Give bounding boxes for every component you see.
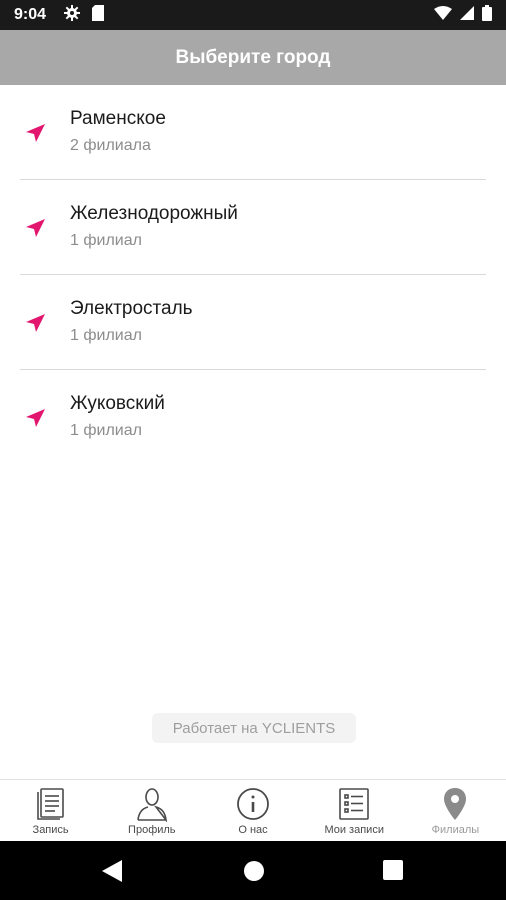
gear-icon <box>64 4 81 26</box>
city-item[interactable]: Раменское 2 филиала <box>20 85 486 180</box>
nav-item-booking[interactable]: Запись <box>0 780 101 841</box>
branch-count: 2 филиала <box>70 137 151 154</box>
nav-label: Мои записи <box>324 824 384 836</box>
city-name: Железнодорожный <box>70 203 238 224</box>
powered-by-badge[interactable]: Работает на YCLIENTS <box>152 713 356 743</box>
list-icon <box>336 786 372 822</box>
city-name: Жуковский <box>70 393 165 414</box>
city-item[interactable]: Жуковский 1 филиал <box>20 370 486 465</box>
nav-item-profile[interactable]: Профиль <box>101 780 202 841</box>
status-time: 9:04 <box>14 6 47 23</box>
document-icon <box>33 786 69 822</box>
nav-item-branches[interactable]: Филиалы <box>405 780 506 841</box>
navigation-arrow-icon <box>24 218 46 240</box>
nav-item-about[interactable]: О нас <box>202 780 303 841</box>
bottom-nav: Запись Профиль О нас Мои записи Филиалы <box>0 779 506 841</box>
battery-icon <box>482 4 492 26</box>
navigation-arrow-icon <box>24 408 46 430</box>
branch-count: 1 филиал <box>70 232 142 249</box>
person-icon <box>134 786 170 823</box>
city-item[interactable]: Электросталь 1 филиал <box>20 275 486 370</box>
signal-icon <box>460 5 474 25</box>
navigation-arrow-icon <box>24 123 46 145</box>
nav-label: Филиалы <box>431 824 480 836</box>
nav-item-my-bookings[interactable]: Мои записи <box>304 780 405 841</box>
system-nav-bar <box>0 841 506 900</box>
city-list: Раменское 2 филиала Железнодорожный 1 фи… <box>0 85 506 465</box>
branch-count: 1 филиал <box>70 327 142 344</box>
city-name: Раменское <box>70 108 166 129</box>
sd-card-icon <box>92 4 105 26</box>
recents-icon[interactable] <box>383 860 403 885</box>
status-bar: 9:04 <box>0 0 506 30</box>
nav-label: Профиль <box>128 824 176 836</box>
navigation-arrow-icon <box>24 313 46 335</box>
nav-label: О нас <box>238 824 268 836</box>
back-icon[interactable] <box>102 860 122 887</box>
wifi-icon <box>434 5 452 25</box>
city-item[interactable]: Железнодорожный 1 филиал <box>20 180 486 275</box>
city-name: Электросталь <box>70 298 193 319</box>
nav-label: Запись <box>32 824 69 836</box>
page-title: Выберите город <box>0 30 506 85</box>
home-icon[interactable] <box>243 860 265 887</box>
map-pin-icon <box>437 786 473 822</box>
branch-count: 1 филиал <box>70 422 142 439</box>
info-icon <box>235 786 271 822</box>
